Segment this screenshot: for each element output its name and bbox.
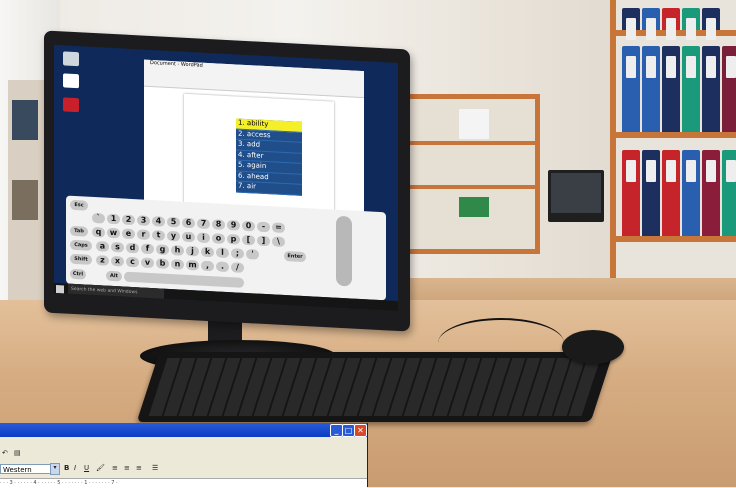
key-0-2[interactable]: 2: [122, 214, 135, 226]
key-3-7[interactable]: ,: [201, 260, 214, 272]
suggestion-list: 1. ability 2. access 3. add 4. after 5. …: [236, 118, 302, 196]
underline-button[interactable]: U: [84, 464, 89, 472]
key-2-2[interactable]: d: [126, 242, 139, 254]
key-3-1[interactable]: x: [111, 255, 124, 267]
key-2-10[interactable]: ': [246, 248, 259, 260]
key-3-4[interactable]: b: [156, 258, 169, 269]
key-3-9[interactable]: /: [231, 262, 244, 273]
keyboard-scroll-handle[interactable]: [336, 215, 352, 287]
document-page[interactable]: 1. ability 2. access 3. add 4. after 5. …: [184, 93, 334, 218]
key-3-2[interactable]: c: [126, 256, 139, 268]
key-1-12[interactable]: \: [272, 236, 285, 248]
key-0-11[interactable]: -: [257, 221, 270, 233]
key-2-1[interactable]: s: [111, 241, 124, 253]
key-0-8[interactable]: 8: [212, 219, 225, 230]
key-2-7[interactable]: k: [201, 246, 214, 258]
space-key[interactable]: [124, 271, 244, 288]
background-monitor: [548, 170, 604, 222]
key-1-8[interactable]: o: [212, 233, 225, 244]
key-1-5[interactable]: y: [167, 230, 180, 242]
key-0-1[interactable]: 1: [107, 213, 120, 225]
paste-icon[interactable]: ▤: [14, 449, 21, 457]
key-2-0[interactable]: a: [96, 241, 109, 252]
physical-keyboard: [136, 352, 614, 422]
key-1-4[interactable]: t: [152, 230, 165, 241]
align-right-icon[interactable]: ≡: [136, 464, 142, 472]
esc-key[interactable]: Esc: [70, 199, 88, 211]
bold-button[interactable]: B: [64, 464, 69, 472]
key-2-3[interactable]: f: [141, 243, 154, 255]
caps-key[interactable]: Caps: [70, 239, 92, 251]
tab-key[interactable]: Tab: [70, 225, 88, 237]
color-icon[interactable]: 🖌: [96, 464, 105, 472]
close-button[interactable]: ✕: [354, 424, 367, 437]
align-center-icon[interactable]: ≡: [124, 464, 130, 472]
chevron-down-icon[interactable]: ▾: [50, 463, 60, 475]
wordpad-ribbon: Document - WordPad: [144, 59, 364, 99]
key-1-2[interactable]: e: [122, 228, 135, 240]
key-0-3[interactable]: 3: [137, 215, 150, 226]
bullets-icon[interactable]: ☰: [152, 464, 158, 472]
start-button[interactable]: [56, 285, 64, 294]
key-0-0[interactable]: `: [92, 212, 105, 224]
qr-app-icon[interactable]: [60, 73, 82, 89]
key-1-7[interactable]: i: [197, 232, 210, 244]
wordpad-window: Document - WordPad 1. ability 2. access …: [144, 59, 364, 220]
key-0-5[interactable]: 5: [167, 216, 180, 228]
key-2-9[interactable]: ;: [231, 248, 244, 259]
physical-mouse: [562, 330, 624, 364]
key-0-7[interactable]: 7: [197, 218, 210, 230]
window-title-bar[interactable]: _ □ ✕: [0, 423, 367, 437]
key-3-3[interactable]: v: [141, 257, 154, 269]
key-3-5[interactable]: n: [171, 259, 184, 270]
italic-button[interactable]: I: [74, 464, 76, 472]
key-0-6[interactable]: 6: [182, 217, 195, 229]
key-0-4[interactable]: 4: [152, 216, 165, 227]
enter-key[interactable]: Enter: [284, 250, 306, 263]
key-0-9[interactable]: 9: [227, 220, 240, 231]
key-1-0[interactable]: q: [92, 226, 105, 238]
classic-window: _ □ ✕ ↶ ▤ Western ▾ B I U 🖌 ≡ ≡ ≡ ☰ · · …: [0, 423, 368, 488]
suggestion-item[interactable]: 7. air: [236, 181, 302, 196]
key-1-9[interactable]: p: [227, 234, 240, 245]
key-2-8[interactable]: l: [216, 247, 229, 259]
key-2-4[interactable]: g: [156, 244, 169, 255]
recycle-bin-icon[interactable]: [60, 51, 82, 67]
screen: Document - WordPad 1. ability 2. access …: [54, 44, 398, 311]
ctrl-key[interactable]: Ctrl: [70, 268, 86, 280]
alt-key[interactable]: Alt: [106, 270, 122, 282]
key-2-6[interactable]: j: [186, 245, 199, 257]
bookshelf-right: [610, 0, 736, 280]
font-select[interactable]: Western: [0, 464, 56, 474]
key-1-10[interactable]: [: [242, 234, 255, 246]
key-3-8[interactable]: .: [216, 261, 229, 273]
word-app-icon[interactable]: [60, 97, 82, 113]
monitor: Document - WordPad 1. ability 2. access …: [44, 30, 410, 332]
bookshelf-middle: [404, 94, 540, 254]
key-2-5[interactable]: h: [171, 245, 184, 256]
wordpad-title: Document - WordPad: [150, 59, 203, 69]
on-screen-keyboard: Esc Tab Caps Shift Ctrl Alt Enter ` 1 2 3 4 5…: [66, 195, 386, 301]
key-0-10[interactable]: 0: [242, 220, 255, 232]
key-1-6[interactable]: u: [182, 231, 195, 243]
undo-icon[interactable]: ↶: [2, 449, 8, 457]
key-3-0[interactable]: z: [96, 255, 109, 266]
key-1-1[interactable]: w: [107, 227, 120, 239]
align-left-icon[interactable]: ≡: [112, 464, 118, 472]
key-3-6[interactable]: m: [186, 259, 199, 271]
shift-key[interactable]: Shift: [70, 253, 92, 265]
key-0-12[interactable]: =: [272, 222, 285, 234]
key-1-11[interactable]: ]: [257, 235, 270, 247]
key-1-3[interactable]: r: [137, 229, 150, 240]
